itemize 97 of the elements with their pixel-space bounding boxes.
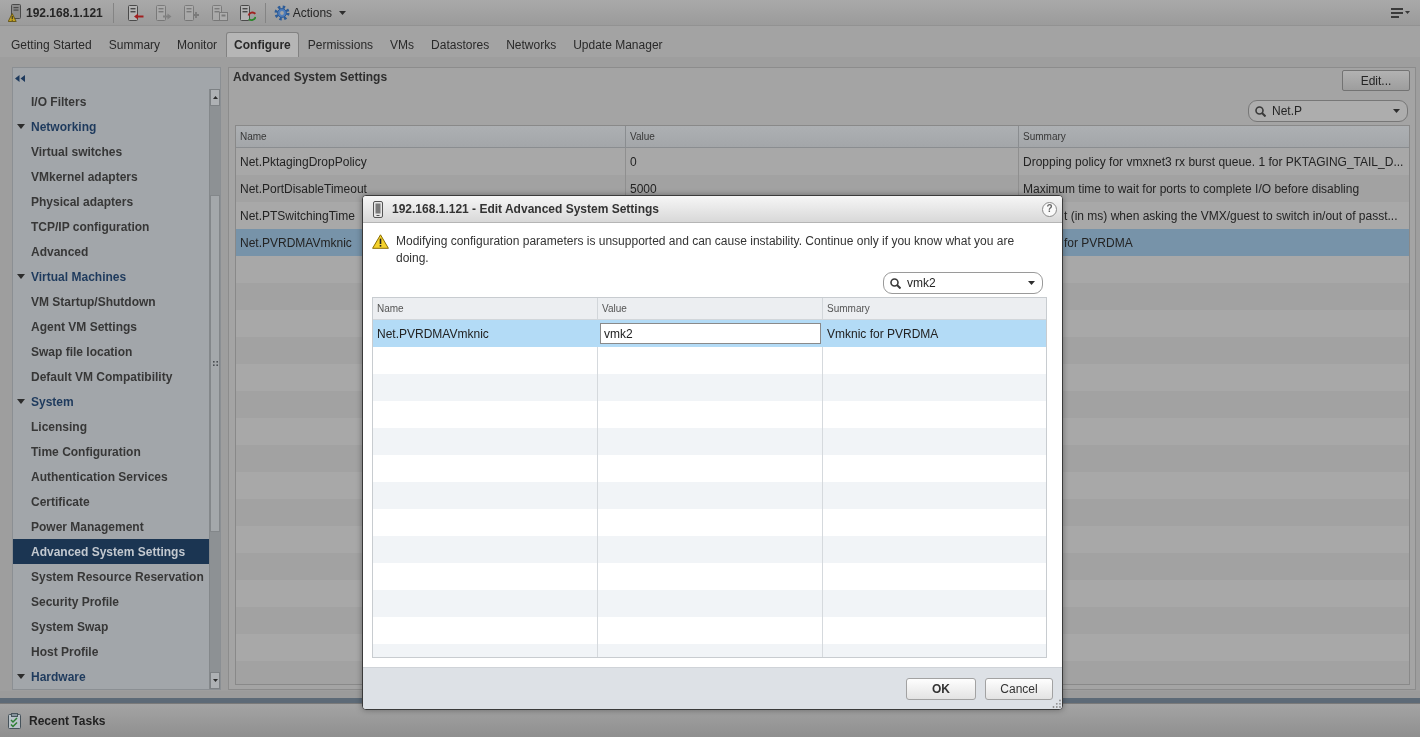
column-header[interactable]: Summary xyxy=(827,302,870,315)
sidebar-item[interactable]: Physical adapters xyxy=(13,189,209,214)
server-box-icon xyxy=(209,3,228,22)
sidebar-item[interactable]: Hardware xyxy=(13,664,209,689)
sidebar-item[interactable]: TCP/IP configuration xyxy=(13,214,209,239)
table-row[interactable]: Net.PktagingDropPolicy 0 Dropping policy for vmxnet3 rx burst queue. 1 for PKTAGING_TAIL_D... xyxy=(236,148,1409,175)
sidebar-item[interactable]: Advanced System Settings xyxy=(13,539,209,564)
setting-name: Net.PortDisableTimeout xyxy=(240,181,367,196)
caret-up-icon xyxy=(212,96,218,99)
tab[interactable]: Datastores xyxy=(423,32,498,57)
clipboard-icon xyxy=(8,712,21,729)
filter-field[interactable]: vmk2 xyxy=(883,272,1043,294)
sidebar-item[interactable]: Swap file location xyxy=(13,339,209,364)
sidebar-item[interactable]: Agent VM Settings xyxy=(13,314,209,339)
caret-down-icon xyxy=(212,679,218,682)
caret-down-icon[interactable] xyxy=(17,674,25,679)
double-arrow-icon[interactable] xyxy=(15,75,25,82)
scroll-thumb[interactable] xyxy=(210,195,220,532)
tab[interactable]: VMs xyxy=(382,32,423,57)
dialog-button[interactable]: Cancel xyxy=(985,678,1053,700)
setting-summary: Vmknic for PVRDMA xyxy=(827,326,939,341)
scrollbar[interactable] xyxy=(209,89,220,689)
setting-value: 5000 xyxy=(630,181,657,196)
scroll-down-button[interactable] xyxy=(210,672,220,689)
setting-summary: Maximum time to wait for ports to complete I/O before disabling xyxy=(1023,181,1360,196)
sidebar-item[interactable]: Networking xyxy=(13,114,209,139)
grip-icon xyxy=(212,361,218,366)
toolbar-button[interactable] xyxy=(237,3,256,22)
caret-down-icon[interactable] xyxy=(17,274,25,279)
column-header[interactable]: Name xyxy=(240,130,267,143)
server-plus-icon xyxy=(181,3,200,22)
value-input[interactable]: vmk2 xyxy=(600,323,821,344)
dialog-button[interactable]: OK xyxy=(906,678,976,700)
menu-button[interactable] xyxy=(1391,5,1410,20)
toolbar-button[interactable] xyxy=(125,3,144,22)
sidebar-item[interactable]: Licensing xyxy=(13,414,209,439)
scroll-up-button[interactable] xyxy=(210,89,220,106)
warning-icon xyxy=(372,234,389,249)
gear-icon xyxy=(273,4,290,21)
dialog-title: 192.168.1.121 - Edit Advanced System Settings xyxy=(392,202,660,216)
recent-tasks-title: Recent Tasks xyxy=(29,713,106,728)
resize-grip-icon[interactable] xyxy=(1052,699,1061,708)
caret-icon[interactable] xyxy=(1028,281,1035,285)
edit-button[interactable]: Edit... xyxy=(1342,70,1410,91)
column-header[interactable]: Name xyxy=(377,302,404,315)
column-header[interactable]: Value xyxy=(630,130,655,143)
setting-summary: for PVRDMA xyxy=(1064,235,1133,250)
sidebar-item[interactable]: Authentication Services xyxy=(13,464,209,489)
column-header[interactable]: Value xyxy=(602,302,627,315)
sidebar-item[interactable]: Host Profile xyxy=(13,639,209,664)
tab[interactable]: Configure xyxy=(226,32,299,57)
tab[interactable]: Getting Started xyxy=(3,32,100,57)
server-warning-icon xyxy=(8,3,21,22)
caret-icon[interactable] xyxy=(1393,109,1400,113)
setting-summary: Dropping policy for vmxnet3 rx burst queue. 1 for PKTAGING_TAIL_D... xyxy=(1023,154,1404,169)
server-icon xyxy=(373,200,383,218)
sidebar-item[interactable]: Power Management xyxy=(13,514,209,539)
search-icon xyxy=(890,278,901,289)
setting-value: 0 xyxy=(630,154,637,169)
column-header[interactable]: Summary xyxy=(1023,130,1066,143)
filter-field[interactable]: Net.P xyxy=(1248,100,1408,122)
sidebar-item[interactable]: Time Configuration xyxy=(13,439,209,464)
server-arrow-icon xyxy=(153,3,172,22)
sidebar-item[interactable]: VM Startup/Shutdown xyxy=(13,289,209,314)
sidebar-item[interactable]: VMkernel adapters xyxy=(13,164,209,189)
tab[interactable]: Networks xyxy=(498,32,565,57)
help-button[interactable]: ? xyxy=(1042,201,1057,217)
sidebar-item[interactable]: Security Profile xyxy=(13,589,209,614)
tab[interactable]: Update Manager xyxy=(565,32,671,57)
setting-name: Net.PVRDMAVmknic xyxy=(377,326,489,341)
tab[interactable]: Summary xyxy=(100,32,169,57)
sidebar-item[interactable]: Certificate xyxy=(13,489,209,514)
menu-icon xyxy=(1391,7,1403,18)
caret-icon xyxy=(1405,11,1410,14)
server-arrow-icon xyxy=(125,3,144,22)
caret-down-icon[interactable] xyxy=(17,399,25,404)
sidebar-item[interactable]: Virtual Machines xyxy=(13,264,209,289)
table-row[interactable]: Net.PVRDMAVmknic vmk2 Vmknic for PVRDMA xyxy=(373,320,1046,347)
actions-button[interactable]: Actions xyxy=(273,3,347,22)
sidebar-item[interactable]: System Swap xyxy=(13,614,209,639)
warning-message: Modifying configuration parameters is unsupported and can cause instability. Continue only if you know what you are doing. xyxy=(396,233,1016,267)
sidebar-item[interactable]: I/O Filters xyxy=(13,89,209,114)
sidebar-item[interactable]: System Resource Reservation xyxy=(13,564,209,589)
setting-name: Net.PVRDMAVmknic xyxy=(240,235,352,250)
panel-title: Advanced System Settings xyxy=(233,70,388,85)
setting-name: Net.PktagingDropPolicy xyxy=(240,154,367,169)
search-icon xyxy=(1255,106,1266,117)
sidebar-item[interactable]: Virtual switches xyxy=(13,139,209,164)
sidebar-item[interactable]: Advanced xyxy=(13,239,209,264)
sidebar-item[interactable]: Default VM Compatibility xyxy=(13,364,209,389)
host-name: 192.168.1.121 xyxy=(26,5,103,20)
tab[interactable]: Permissions xyxy=(299,32,382,57)
caret-down-icon[interactable] xyxy=(17,124,25,129)
server-refresh-icon xyxy=(237,3,256,22)
sidebar-item[interactable]: System xyxy=(13,389,209,414)
tab[interactable]: Monitor xyxy=(169,32,226,57)
caret-icon xyxy=(339,10,347,15)
